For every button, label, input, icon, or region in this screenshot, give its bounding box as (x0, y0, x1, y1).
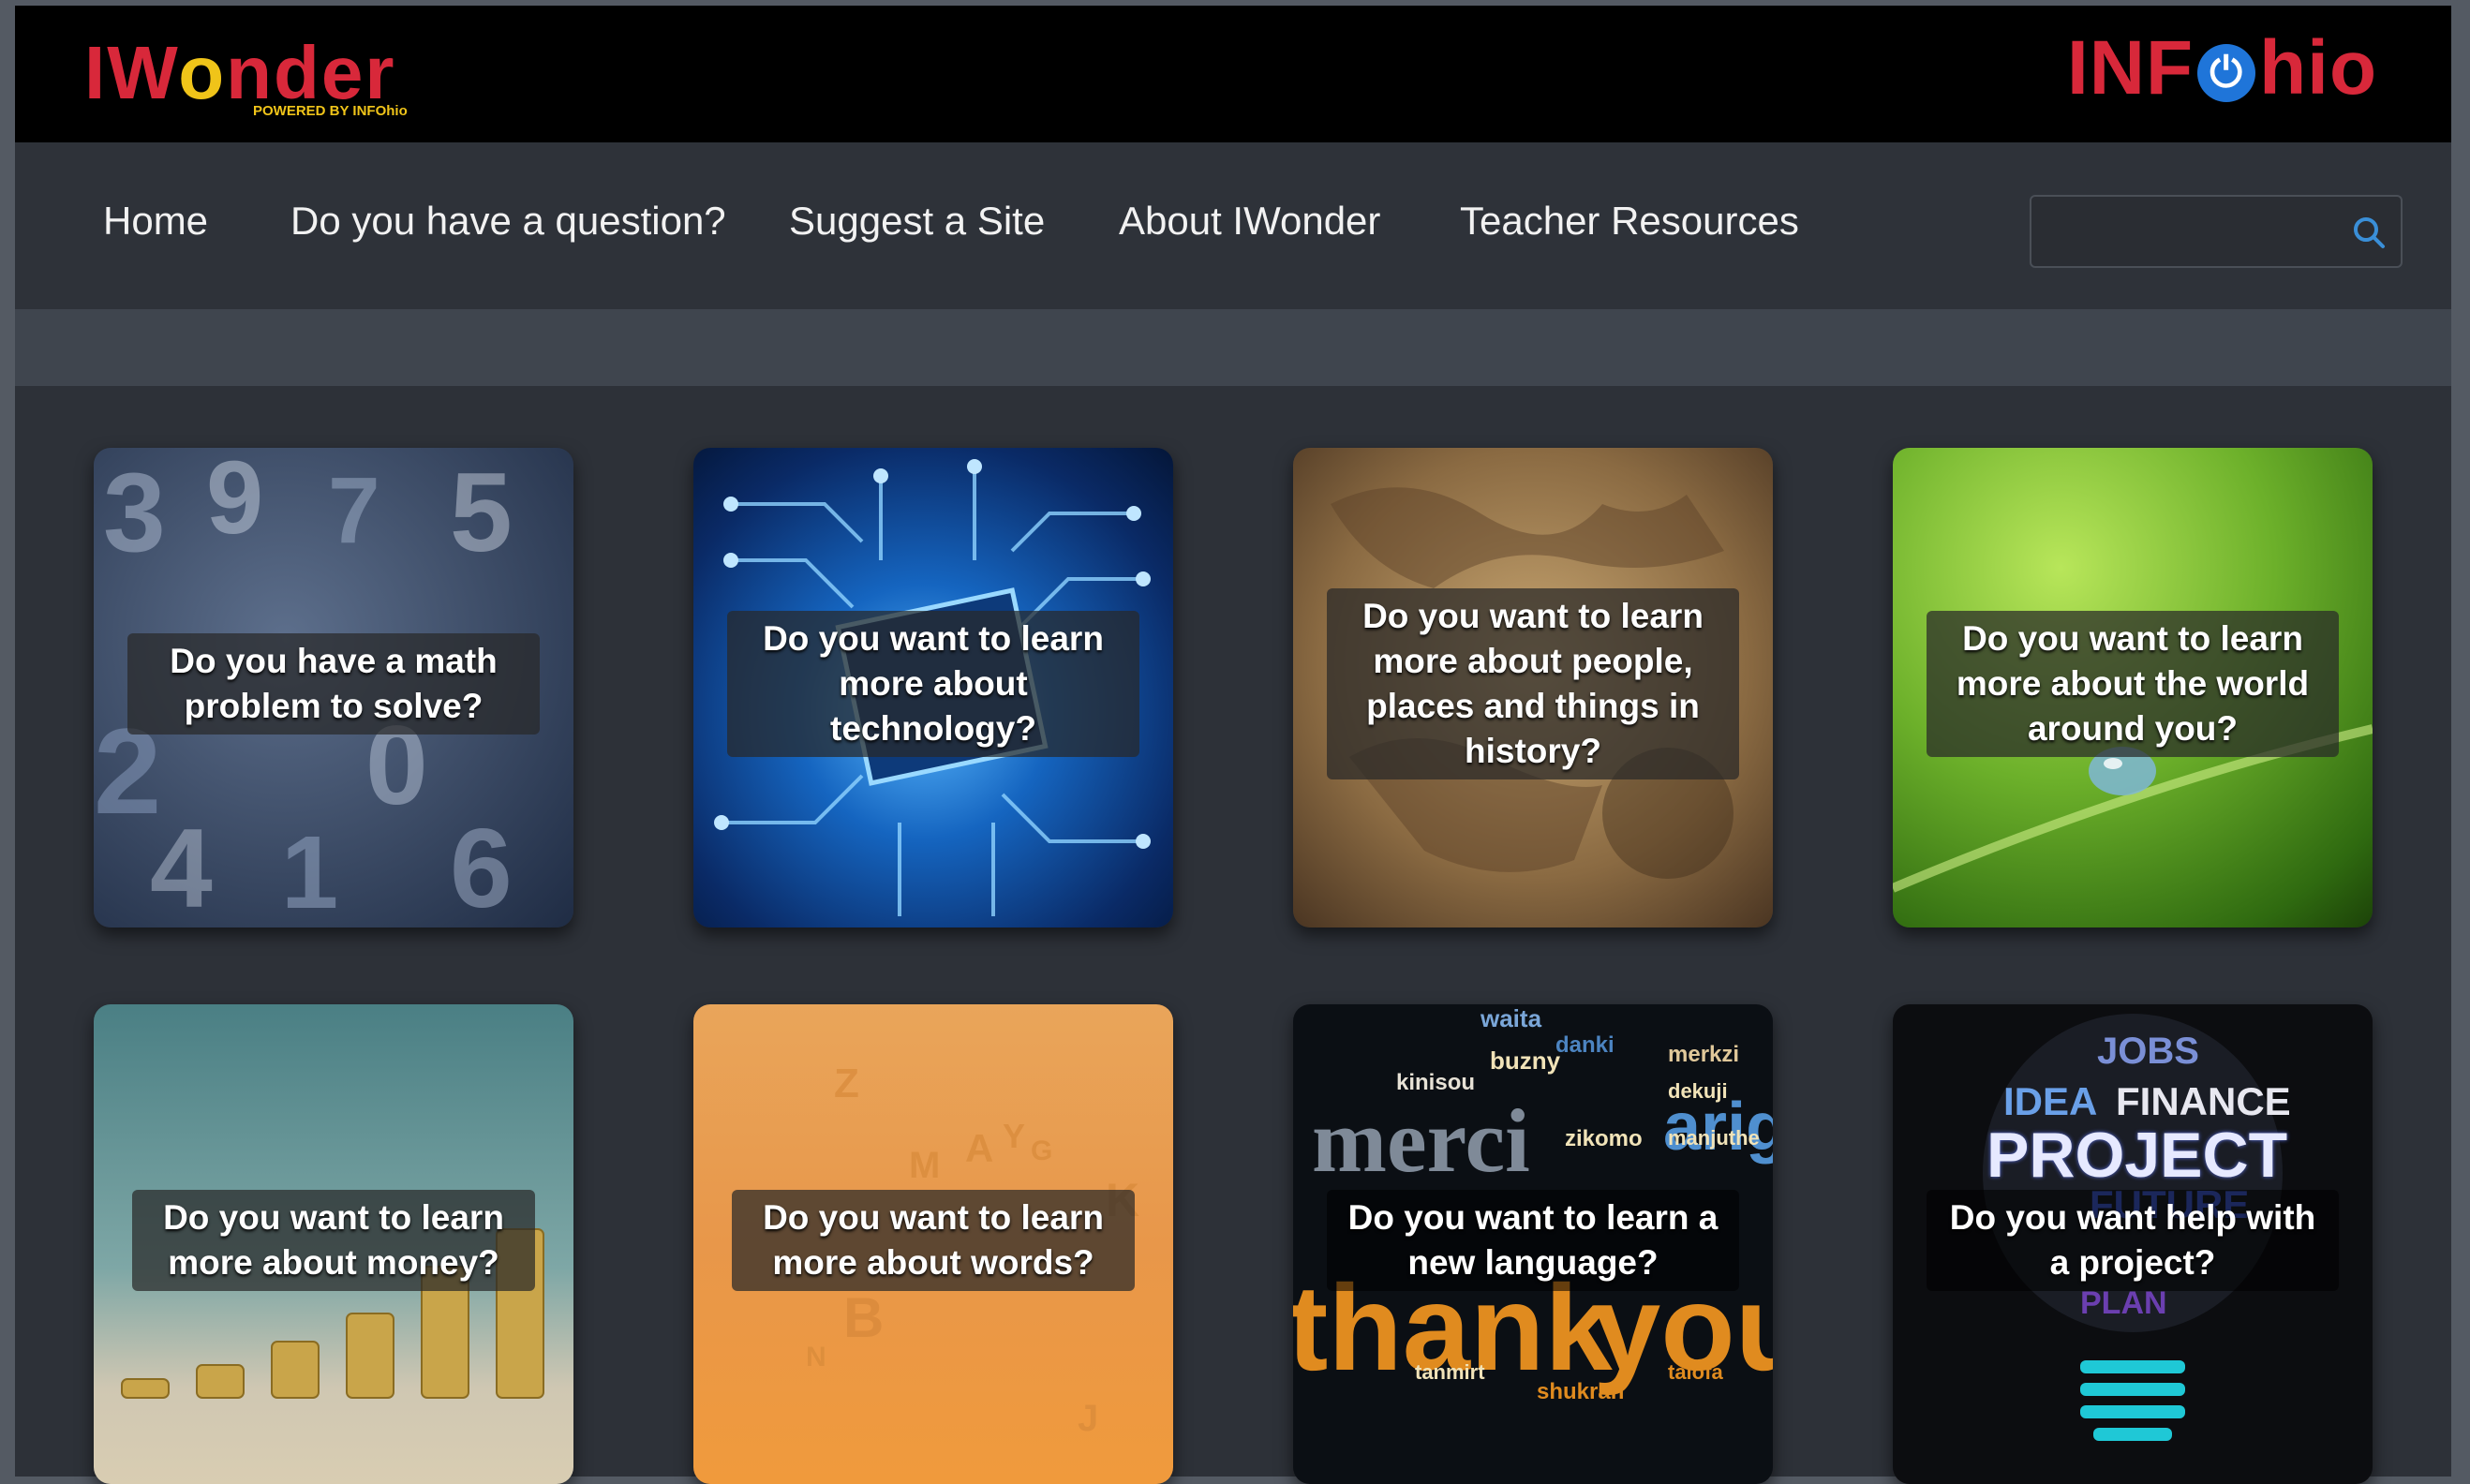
tile-money[interactable]: Do you want to learn more about money? (94, 1004, 573, 1484)
logo-text-part-a: IW (84, 31, 179, 114)
section-divider (15, 309, 2451, 386)
tile-caption: Do you want to learn more about money? (132, 1190, 535, 1291)
deco-letter: G (1031, 1135, 1053, 1166)
lightbulb-icon: o (178, 31, 227, 114)
deco-digit: 5 (450, 450, 513, 575)
tile-world[interactable]: Do you want to learn more about the worl… (1893, 448, 2373, 928)
tile-caption: Do you want to learn a new language? (1327, 1190, 1739, 1291)
deco-word: zikomo (1565, 1126, 1643, 1151)
tile-caption: Do you want to learn more about words? (732, 1190, 1135, 1291)
deco-letter: N (806, 1342, 826, 1373)
nav-home[interactable]: Home (103, 199, 208, 244)
deco-letter: Z (834, 1061, 859, 1106)
tile-caption: Do you want to learn more about people, … (1327, 588, 1739, 779)
deco-letter: A (965, 1126, 994, 1170)
deco-word: dekuji (1668, 1079, 1728, 1103)
deco-digit: 9 (206, 448, 264, 556)
nav-suggest-site[interactable]: Suggest a Site (789, 199, 1045, 244)
logo-text-part-b: nder (226, 31, 396, 114)
powered-by-label: POWERED BY INFOhio (253, 103, 408, 119)
deco-word-arig: arig (1663, 1090, 1773, 1165)
tile-caption: Do you want to learn more about technolo… (727, 611, 1139, 757)
deco-word: talofa (1668, 1360, 1723, 1384)
deco-digit: 4 (150, 806, 213, 928)
deco-digit: 7 (328, 458, 380, 563)
deco-letter: M (909, 1145, 941, 1186)
deco-digit: 1 (281, 815, 339, 928)
deco-word: kinisou (1396, 1070, 1476, 1095)
deco-word: waita (1481, 1004, 1542, 1032)
tile-history[interactable]: Do you want to learn more about people, … (1293, 448, 1773, 928)
search-input[interactable] (2030, 195, 2403, 268)
deco-word: danki (1555, 1032, 1614, 1058)
iwonder-logo[interactable]: IWonder POWERED BY INFOhio (84, 30, 459, 133)
deco-digit: 3 (103, 450, 166, 575)
deco-digit: 6 (450, 806, 513, 928)
tile-technology[interactable]: Do you want to learn more about technolo… (693, 448, 1173, 928)
top-banner: IWonder POWERED BY INFOhio INF ⏻ hio (15, 6, 2451, 142)
deco-word: manjuthe (1668, 1126, 1760, 1150)
deco-word-merci: merci (1312, 1091, 1530, 1191)
page-frame: IWonder POWERED BY INFOhio INF ⏻ hio Home … (15, 6, 2451, 1484)
nav-about[interactable]: About IWonder (1119, 199, 1380, 244)
infohio-text-a: INF (2067, 25, 2195, 111)
topic-grid: 3 9 7 5 2 0 4 1 6 Do you have a math pro… (15, 386, 2451, 1484)
tile-language[interactable]: merci thank you arig waita danki merkzi … (1293, 1004, 1773, 1484)
deco-word: buzny (1490, 1046, 1561, 1075)
deco-letter: B (843, 1286, 885, 1349)
tile-math[interactable]: 3 9 7 5 2 0 4 1 6 Do you have a math pro… (94, 448, 573, 928)
nav-ask-question[interactable]: Do you have a question? (290, 199, 726, 244)
deco-word: shukran (1537, 1379, 1625, 1404)
power-icon: ⏻ (2197, 44, 2256, 102)
infohio-text-b: hio (2259, 25, 2378, 111)
tile-caption: Do you want help with a project? (1927, 1190, 2339, 1291)
deco-letter: Y (1003, 1117, 1026, 1155)
search-icon[interactable] (2350, 214, 2388, 251)
tile-project[interactable]: JOBS IDEA FINANCE PROJECT FUTURE PLAN Do… (1893, 1004, 2373, 1484)
tile-words[interactable]: Z M A B K Y G N J Do you want to learn m… (693, 1004, 1173, 1484)
tile-caption: Do you want to learn more about the worl… (1927, 611, 2339, 757)
deco-letter: J (1078, 1398, 1099, 1439)
main-navigation: Home Do you have a question? Suggest a S… (15, 142, 2451, 309)
nav-teacher-resources[interactable]: Teacher Resources (1460, 199, 1799, 244)
tile-caption: Do you have a math problem to solve? (127, 633, 540, 735)
infohio-logo[interactable]: INF ⏻ hio (2067, 24, 2377, 112)
deco-word: merkzi (1668, 1042, 1740, 1067)
deco-word: tanmirt (1415, 1360, 1485, 1384)
